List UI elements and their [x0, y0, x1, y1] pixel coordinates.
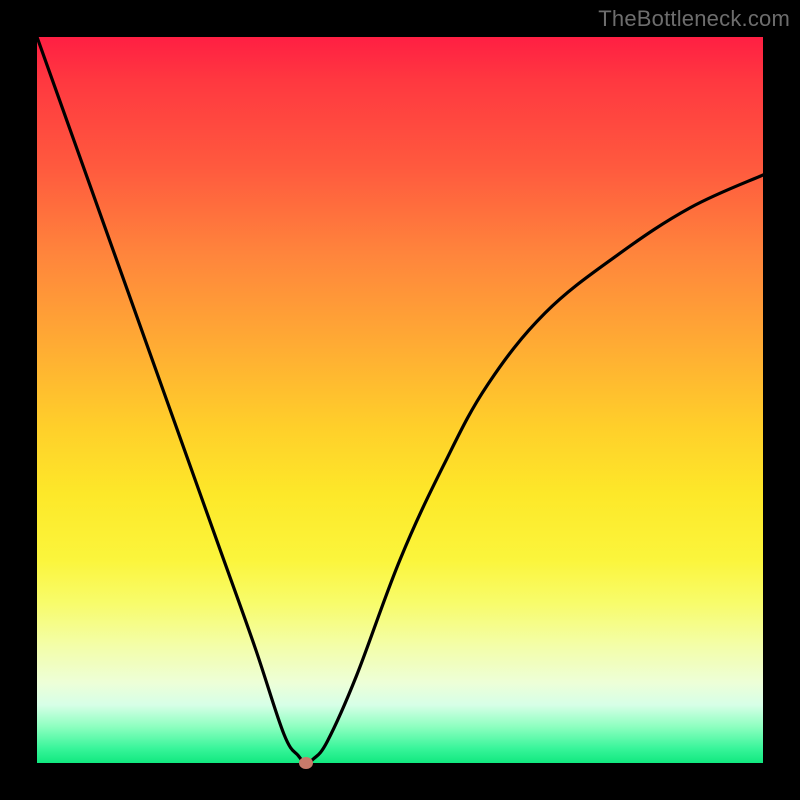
chart-frame: TheBottleneck.com: [0, 0, 800, 800]
bottleneck-curve: [37, 37, 763, 763]
optimal-point-marker: [299, 757, 313, 769]
watermark-text: TheBottleneck.com: [598, 6, 790, 32]
plot-area: [37, 37, 763, 763]
